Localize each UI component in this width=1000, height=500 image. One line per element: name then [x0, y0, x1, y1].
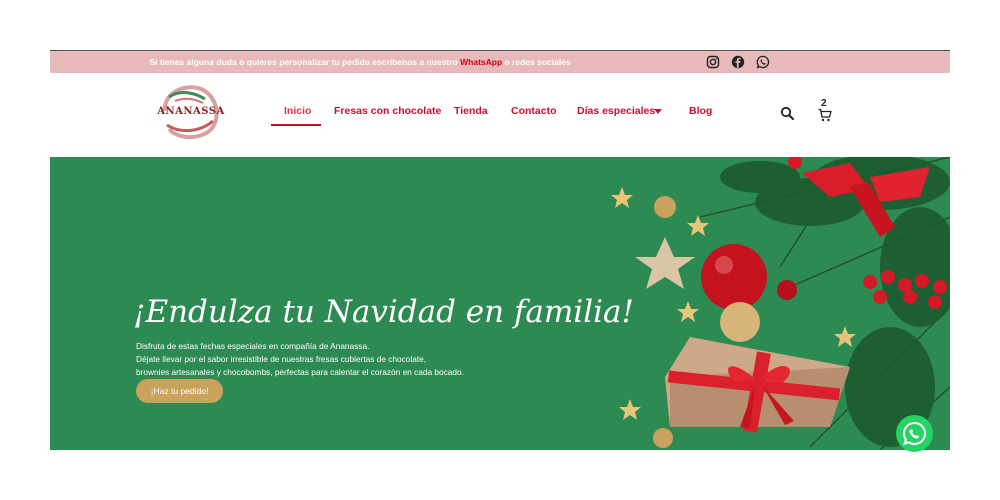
instagram-icon[interactable]: [706, 55, 720, 69]
page-frame: Si tienes alguna duda o quieres personal…: [50, 50, 950, 452]
gift-box: [665, 337, 850, 433]
nav-active-indicator: [271, 124, 321, 126]
red-ornament-small: [777, 280, 797, 300]
hero-banner: ¡Endulza tu Navidad en familia! Disfruta…: [50, 157, 950, 450]
hero-description-line-1: Disfruta de estas fechas especiales en c…: [136, 341, 370, 351]
announcement-text-end: o redes sociales: [502, 57, 571, 67]
star-ornament: [635, 237, 695, 289]
gold-ornament: [720, 302, 760, 342]
gold-ornament-bottom: [653, 428, 673, 448]
nav-contacto[interactable]: Contacto: [511, 105, 557, 117]
announcement-message: Si tienes alguna duda o quieres personal…: [50, 51, 670, 73]
facebook-icon[interactable]: [731, 55, 745, 69]
site-header: ANANASSA Inicio Fresas con chocolate Tie…: [50, 73, 950, 157]
floating-whatsapp-button[interactable]: [896, 415, 933, 452]
announcement-bar: Si tienes alguna duda o quieres personal…: [50, 50, 950, 73]
announcement-text: Si tienes alguna duda o quieres personal…: [149, 57, 461, 67]
red-ornament-large: [701, 244, 767, 310]
ornament-shine: [715, 256, 733, 274]
whatsapp-link[interactable]: WhatsApp: [460, 57, 502, 67]
gold-ornament-small: [654, 196, 676, 218]
nav-fresas-con-chocolate[interactable]: Fresas con chocolate: [334, 105, 441, 117]
order-now-button[interactable]: ¡Haz tu pedido!: [136, 379, 223, 403]
whatsapp-icon: [903, 421, 926, 446]
nav-inicio[interactable]: Inicio: [284, 105, 311, 117]
logo-text: ANANASSA: [157, 106, 225, 117]
hero-description-line-2: Déjate llevar por el sabor irresistible …: [136, 354, 427, 364]
nav-dias-especiales[interactable]: Días especiales: [577, 105, 655, 117]
whatsapp-icon[interactable]: [756, 55, 770, 69]
nav-blog[interactable]: Blog: [689, 105, 712, 117]
brand-logo[interactable]: ANANASSA: [155, 81, 227, 143]
hero-title: ¡Endulza tu Navidad en familia!: [133, 294, 634, 330]
search-icon[interactable]: [780, 106, 794, 120]
hero-description-line-3: brownies artesanales y chocobombs, perfe…: [136, 367, 464, 377]
cart-icon[interactable]: [818, 108, 832, 122]
chevron-down-icon[interactable]: [654, 109, 662, 115]
nav-tienda[interactable]: Tienda: [454, 105, 488, 117]
